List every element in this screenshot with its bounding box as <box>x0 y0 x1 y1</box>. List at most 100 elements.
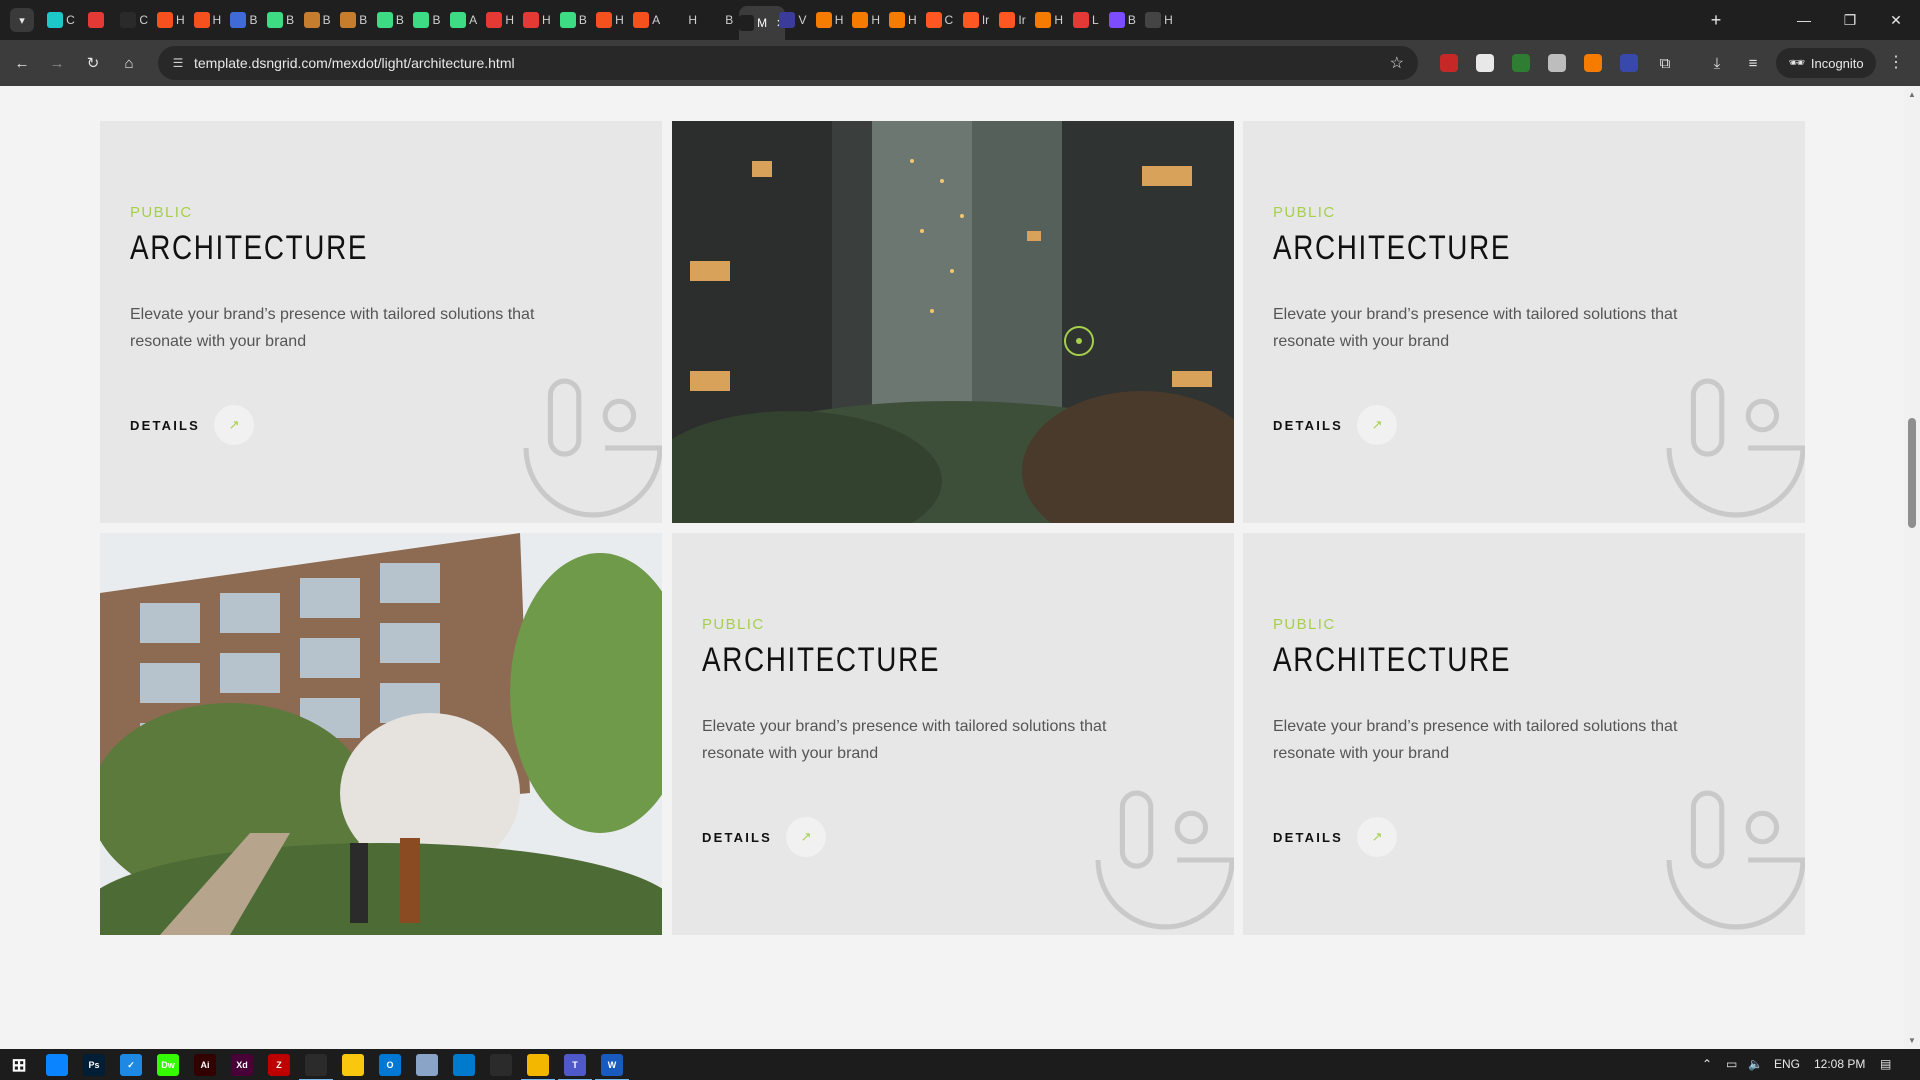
tab-favicon-icon <box>739 15 755 31</box>
site-info-icon[interactable]: ☰ <box>170 55 186 71</box>
card-description: Elevate your brand’s presence with tailo… <box>130 306 535 350</box>
details-link[interactable]: DETAILS ↗ <box>130 405 255 445</box>
chrome-running-app-icon[interactable] <box>299 1054 333 1080</box>
vertical-scrollbar[interactable]: ▲ ▼ <box>1904 86 1920 1049</box>
browser-tab[interactable]: B <box>373 6 407 34</box>
arrow-up-right-icon[interactable]: ↗ <box>786 817 827 857</box>
browser-tab[interactable]: B <box>556 6 590 34</box>
sticky-notes-app-icon[interactable] <box>342 1054 364 1076</box>
notepad-app-icon[interactable] <box>416 1054 438 1076</box>
illustrator-app-icon[interactable]: Ai <box>194 1054 216 1076</box>
todo-app-icon[interactable]: ✓ <box>120 1054 142 1076</box>
tab-favicon-icon <box>120 12 137 28</box>
language-indicator[interactable]: ENG <box>1774 1057 1800 1071</box>
browser-tab[interactable]: H <box>593 6 627 34</box>
tab-favicon-icon <box>1108 12 1125 28</box>
photoshop-app-icon[interactable]: Ps <box>83 1054 105 1076</box>
browser-tab[interactable]: B <box>300 6 334 34</box>
browser-tab[interactable]: H <box>1142 6 1176 34</box>
reload-icon[interactable]: ↻ <box>80 50 106 76</box>
windows-start-icon[interactable]: ⊞ <box>8 1054 30 1076</box>
browser-tab[interactable]: C <box>922 6 956 34</box>
service-card: PUBLIC ARCHITECTURE Elevate your brand’s… <box>672 533 1234 935</box>
tab-favicon-icon <box>633 12 650 28</box>
new-tab-button[interactable]: + <box>1704 8 1728 32</box>
browser-tab[interactable]: B <box>264 6 298 34</box>
details-link[interactable]: DETAILS ↗ <box>702 817 827 857</box>
clock-time[interactable]: 12:08 PM <box>1814 1057 1865 1071</box>
scrollbar-thumb[interactable] <box>1908 418 1916 528</box>
browser-tab[interactable]: A <box>630 6 664 34</box>
browser-tab[interactable]: H <box>666 6 700 34</box>
browser-tab[interactable]: L <box>1069 6 1103 34</box>
browser-tab[interactable]: H <box>154 6 188 34</box>
browser-tab[interactable]: B <box>703 6 737 34</box>
vscode-app-icon[interactable] <box>453 1054 475 1076</box>
media-queue-icon[interactable]: ≡ <box>1742 52 1764 74</box>
arrow-up-right-icon[interactable]: ↗ <box>1357 405 1398 445</box>
browser-tab[interactable]: H <box>483 6 517 34</box>
chrome-app-icon[interactable] <box>490 1054 512 1076</box>
browser-tab[interactable]: B <box>410 6 444 34</box>
arrow-up-right-icon[interactable]: ↗ <box>214 405 255 445</box>
tab-search-button[interactable]: ▾ <box>10 8 34 32</box>
browser-tab[interactable] <box>81 6 115 34</box>
address-bar[interactable]: ☰ template.dsngrid.com/mexdot/light/arch… <box>158 46 1418 80</box>
browser-tab[interactable]: C <box>44 6 78 34</box>
minimize-button[interactable]: — <box>1784 6 1824 34</box>
back-arrow-icon[interactable]: ← <box>9 50 35 76</box>
teams-app-icon[interactable]: T <box>558 1054 592 1080</box>
browser-tab[interactable]: H <box>1032 6 1066 34</box>
browser-tab[interactable]: B <box>337 6 371 34</box>
close-window-button[interactable]: ✕ <box>1876 6 1916 34</box>
browser-tab[interactable]: Ir <box>959 6 993 34</box>
browser-tab[interactable]: B <box>227 6 261 34</box>
edge-app-icon[interactable] <box>46 1054 68 1076</box>
arrow-up-right-icon[interactable]: ↗ <box>1357 817 1398 857</box>
filezilla-app-icon[interactable]: Z <box>268 1054 290 1076</box>
home-icon[interactable]: ⌂ <box>116 50 142 76</box>
xd-app-icon[interactable]: Xd <box>231 1054 253 1076</box>
browser-tab[interactable]: H <box>190 6 224 34</box>
notifications-icon[interactable]: ▤ <box>1880 1057 1891 1071</box>
url-text[interactable]: template.dsngrid.com/mexdot/light/archit… <box>194 55 515 71</box>
outlook-app-icon[interactable]: O <box>379 1054 401 1076</box>
file-explorer-app-icon[interactable] <box>521 1054 555 1080</box>
restore-button[interactable]: ❐ <box>1830 6 1870 34</box>
scroll-up-icon[interactable]: ▲ <box>1908 90 1916 99</box>
browser-tab[interactable]: H <box>520 6 554 34</box>
puzzle-icon[interactable]: ⧉ <box>1654 52 1676 74</box>
browser-tab[interactable]: Ir <box>996 6 1030 34</box>
star-icon[interactable]: ☆ <box>1390 53 1404 73</box>
tab-favicon-icon <box>962 12 979 28</box>
details-link[interactable]: DETAILS ↗ <box>1273 405 1398 445</box>
details-link[interactable]: DETAILS ↗ <box>1273 817 1398 857</box>
windows-taskbar: ⊞ Ps ✓ Dw Ai Xd Z O T W ⌃ ▭ 🔈 ENG 12:08 PM ▤ <box>0 1049 1920 1080</box>
browser-tab[interactable]: B <box>1105 6 1139 34</box>
scroll-down-icon[interactable]: ▼ <box>1908 1036 1916 1045</box>
extension-icon[interactable] <box>1620 54 1638 72</box>
browser-tab[interactable]: H <box>849 6 883 34</box>
extension-icon[interactable] <box>1584 54 1602 72</box>
incognito-badge[interactable]: 🕶 Incognito <box>1776 48 1876 78</box>
volume-icon[interactable]: 🔈 <box>1748 1057 1763 1071</box>
browser-tab[interactable]: A <box>447 6 481 34</box>
kebab-menu-icon[interactable]: ⋮ <box>1888 52 1904 72</box>
browser-tab[interactable]: V <box>776 6 810 34</box>
browser-tab[interactable]: H <box>886 6 920 34</box>
browser-tab[interactable]: C <box>117 6 151 34</box>
word-app-icon[interactable]: W <box>595 1054 629 1080</box>
browser-tab[interactable]: H <box>813 6 847 34</box>
incognito-icon: 🕶 <box>1788 55 1805 70</box>
tray-chevron-icon[interactable]: ⌃ <box>1702 1057 1712 1071</box>
download-icon[interactable]: ⤓ <box>1706 52 1728 74</box>
forward-arrow-icon[interactable]: → <box>44 50 70 76</box>
camera-extension-icon[interactable] <box>1548 54 1566 72</box>
extension-icon[interactable] <box>1512 54 1530 72</box>
extension-icon[interactable] <box>1440 54 1458 72</box>
tab-title: V <box>798 13 807 27</box>
extension-icon[interactable] <box>1476 54 1494 72</box>
tab-title: H <box>175 13 185 27</box>
network-icon[interactable]: ▭ <box>1726 1057 1737 1071</box>
dreamweaver-app-icon[interactable]: Dw <box>157 1054 179 1076</box>
